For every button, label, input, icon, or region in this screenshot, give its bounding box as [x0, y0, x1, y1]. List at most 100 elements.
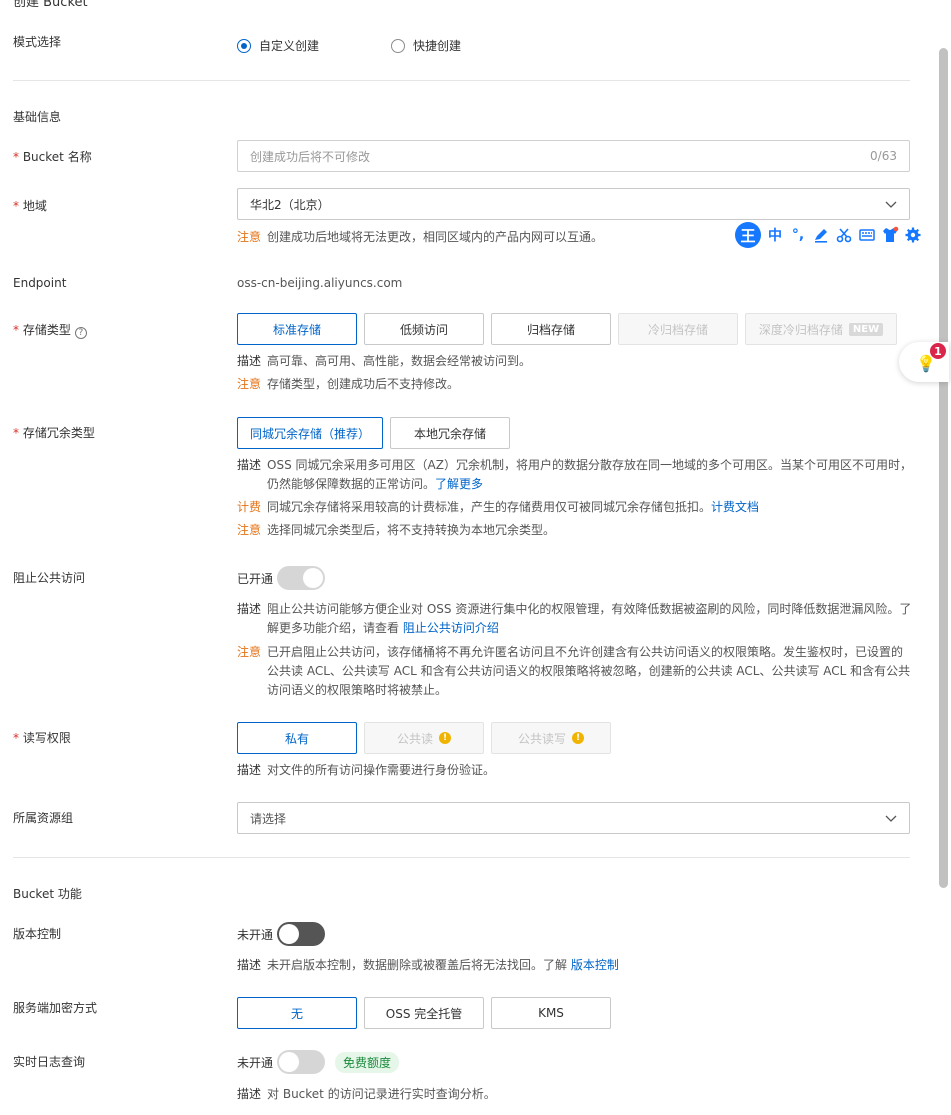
- toggle-knob: [279, 1052, 300, 1072]
- acl-label: 读写权限: [13, 729, 71, 746]
- versioning-label: 版本控制: [13, 927, 62, 941]
- desc-text: 对 Bucket 的访问记录进行实时查询分析。: [267, 1087, 496, 1101]
- encryption-label: 服务端加密方式: [13, 1001, 98, 1015]
- block-public-toggle-row: 已开通: [237, 566, 326, 590]
- fee-key: 计费: [237, 500, 262, 514]
- page-title: 创建 Bucket: [13, 0, 88, 10]
- storage-ia-option[interactable]: 低频访问: [364, 313, 484, 345]
- vertical-scrollbar[interactable]: [939, 48, 948, 888]
- desc-text: 高可靠、高可用、高性能，数据会经常被访问到。: [267, 354, 532, 368]
- redundancy-zrs-option[interactable]: 同城冗余存储（推荐）: [237, 417, 383, 449]
- divider: [13, 80, 910, 81]
- divider: [13, 857, 910, 858]
- radio-quick-label: 快捷创建: [413, 39, 462, 53]
- ime-punct-toggle[interactable]: °,: [789, 227, 807, 243]
- toggle-knob: [303, 568, 324, 588]
- desc-key: 描述: [237, 958, 262, 972]
- warning-icon: !: [439, 732, 451, 744]
- help-icon[interactable]: ?: [74, 327, 87, 339]
- versioning-toggle[interactable]: [277, 922, 326, 946]
- storage-note: 注意 存储类型，创建成功后不支持修改。: [237, 375, 912, 394]
- radio-quick-create[interactable]: 快捷创建: [391, 37, 461, 54]
- keyboard-icon[interactable]: [858, 226, 876, 244]
- versioning-desc: 描述 未开启版本控制，数据删除或被覆盖后将无法找回。了解 版本控制: [237, 956, 912, 975]
- gear-icon[interactable]: [904, 226, 922, 244]
- note-key: 注意: [237, 645, 262, 659]
- realtime-log-desc: 描述 对 Bucket 的访问记录进行实时查询分析。: [237, 1085, 912, 1104]
- radio-custom-create[interactable]: 自定义创建: [237, 37, 319, 54]
- desc-text: 阻止公共访问能够方便企业对 OSS 资源进行集中化的权限管理，有效降低数据被盗刷…: [267, 602, 912, 635]
- realtime-log-toggle-row: 未开通 免费额度: [237, 1050, 400, 1074]
- storage-archive-option[interactable]: 归档存储: [491, 313, 611, 345]
- scissors-icon[interactable]: [835, 226, 853, 244]
- storage-deep-cold-archive-option[interactable]: 深度冷归档存储 NEW: [745, 313, 897, 345]
- versioning-link[interactable]: 版本控制: [571, 958, 619, 972]
- encryption-kms-option[interactable]: KMS: [491, 997, 611, 1029]
- acl-public-rw-label: 公共读写: [517, 731, 566, 746]
- desc-text: OSS 同城冗余采用多可用区（AZ）冗余机制，将用户的数据分散存放在同一地域的多…: [267, 458, 912, 491]
- radio-checked-icon: [237, 38, 251, 53]
- region-label: 地域: [13, 197, 47, 214]
- acl-public-read-write-option[interactable]: 公共读写 !: [491, 722, 611, 754]
- desc-text: 未开启版本控制，数据删除或被覆盖后将无法找回。了解: [267, 958, 568, 972]
- note-key: 注意: [237, 377, 262, 391]
- redundancy-lrs-option[interactable]: 本地冗余存储: [390, 417, 510, 449]
- block-public-state: 已开通: [237, 571, 274, 586]
- redundancy-desc: 描述 OSS 同城冗余采用多可用区（AZ）冗余机制，将用户的数据分散存放在同一地…: [237, 456, 912, 494]
- ime-toolbar: 王 中 °,: [733, 220, 929, 250]
- billing-doc-link[interactable]: 计费文档: [711, 500, 759, 514]
- note-key: 注意: [237, 523, 262, 537]
- region-select[interactable]: 华北2（北京）: [237, 188, 910, 220]
- ime-logo-icon[interactable]: 王: [735, 222, 761, 248]
- block-public-toggle[interactable]: [277, 566, 326, 590]
- desc-text: 对文件的所有访问操作需要进行身份验证。: [267, 763, 496, 777]
- resource-group-label: 所属资源组: [13, 811, 74, 825]
- pen-icon[interactable]: [812, 226, 830, 244]
- radio-unchecked-icon: [391, 38, 405, 53]
- resource-group-select[interactable]: 请选择: [237, 802, 910, 834]
- ime-lang-toggle[interactable]: 中: [766, 225, 784, 245]
- block-public-intro-link[interactable]: 阻止公共访问介绍: [403, 621, 499, 635]
- section-basic-title: 基础信息: [13, 110, 62, 124]
- storage-standard-option[interactable]: 标准存储: [237, 313, 357, 345]
- desc-key: 描述: [237, 602, 262, 616]
- warning-icon: !: [572, 732, 584, 744]
- fee-text: 同城冗余存储将采用较高的计费标准，产生的存储费用仅可被同城冗余存储包抵扣。: [267, 500, 712, 514]
- block-public-label: 阻止公共访问: [13, 571, 86, 585]
- chevron-down-icon: [885, 815, 897, 822]
- versioning-state: 未开通: [237, 927, 274, 942]
- acl-private-option[interactable]: 私有: [237, 722, 357, 754]
- section-features-title: Bucket 功能: [13, 887, 82, 901]
- storage-class-label: 存储类型?: [13, 321, 87, 339]
- toggle-knob: [279, 924, 300, 944]
- shirt-icon[interactable]: [881, 226, 899, 244]
- block-public-desc: 描述 阻止公共访问能够方便企业对 OSS 资源进行集中化的权限管理，有效降低数据…: [237, 600, 912, 638]
- radio-custom-label: 自定义创建: [259, 39, 320, 53]
- chevron-down-icon: [885, 201, 897, 208]
- versioning-toggle-row: 未开通: [237, 922, 326, 946]
- bucket-name-count: 0/63: [870, 149, 897, 163]
- encryption-none-option[interactable]: 无: [237, 997, 357, 1029]
- bucket-name-label: Bucket 名称: [13, 148, 92, 165]
- realtime-log-state: 未开通: [237, 1055, 274, 1070]
- notification-badge: 1: [930, 343, 946, 359]
- new-badge: NEW: [848, 322, 884, 336]
- assistant-float-button[interactable]: 💡 1: [899, 342, 949, 382]
- bucket-name-input[interactable]: 创建成功后将不可修改 0/63: [237, 140, 910, 172]
- desc-key: 描述: [237, 1087, 262, 1101]
- note-text: 已开启阻止公共访问，该存储桶将不再允许匿名访问且不允许创建含有公共访问语义的权限…: [267, 645, 911, 697]
- encryption-oss-managed-option[interactable]: OSS 完全托管: [364, 997, 484, 1029]
- storage-cold-archive-option[interactable]: 冷归档存储: [618, 313, 738, 345]
- note-text: 选择同城冗余类型后，将不支持转换为本地冗余类型。: [267, 523, 556, 537]
- note-key: 注意: [237, 230, 262, 244]
- learn-more-link[interactable]: 了解更多: [435, 477, 483, 491]
- endpoint-value: oss-cn-beijing.aliyuncs.com: [237, 276, 403, 290]
- endpoint-label: Endpoint: [13, 276, 67, 290]
- acl-public-read-option[interactable]: 公共读 !: [364, 722, 484, 754]
- realtime-log-toggle[interactable]: [277, 1050, 326, 1074]
- region-value: 华北2（北京）: [250, 197, 330, 212]
- free-quota-badge: 免费额度: [335, 1051, 400, 1073]
- redundancy-note: 注意 选择同城冗余类型后，将不支持转换为本地冗余类型。: [237, 521, 912, 540]
- desc-key: 描述: [237, 763, 262, 777]
- bucket-name-placeholder: 创建成功后将不可修改: [250, 149, 371, 164]
